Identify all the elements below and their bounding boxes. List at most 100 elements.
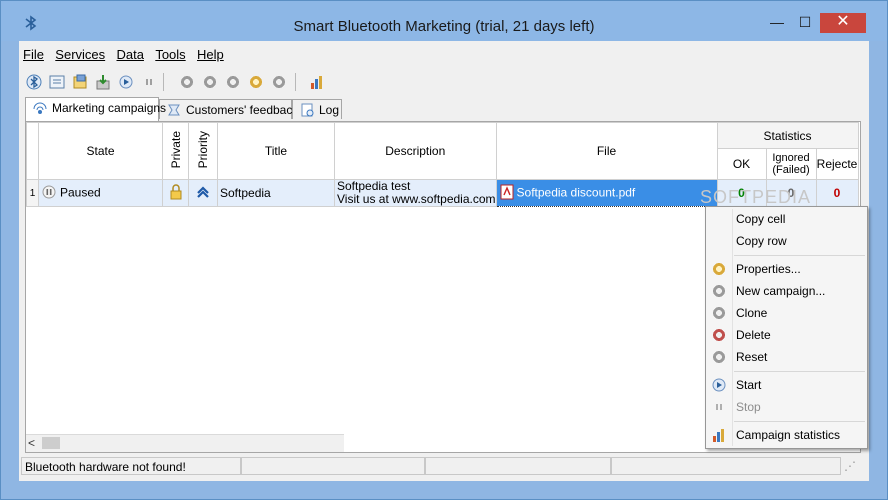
- menu-item-label: Properties...: [736, 262, 801, 276]
- rejected-count-cell[interactable]: 0: [815, 179, 859, 207]
- menu-item-start[interactable]: Start: [706, 375, 867, 395]
- properties-icon[interactable]: [48, 73, 66, 91]
- reset-gear-icon: [711, 349, 727, 365]
- clone-gear-icon: [711, 305, 727, 321]
- statistics-icon[interactable]: [308, 73, 326, 91]
- new-campaign-gear-icon: [711, 283, 727, 299]
- col-header-title[interactable]: Title: [217, 122, 335, 180]
- stop-icon: [711, 399, 727, 415]
- properties-gear-icon: [711, 261, 727, 277]
- col-header-ok[interactable]: OK: [716, 148, 767, 180]
- menu-help-label: Help: [197, 47, 224, 62]
- campaign-signal-icon: [32, 101, 48, 115]
- menu-item-properties[interactable]: Properties...: [706, 259, 867, 279]
- menu-separator: [734, 421, 865, 422]
- status-panel-4: [611, 457, 841, 475]
- status-panel-3: [425, 457, 611, 475]
- delete-gear-icon: [711, 327, 727, 343]
- menu-file-label: File: [23, 47, 44, 62]
- resize-grip-icon[interactable]: ⋰: [841, 457, 863, 475]
- col-header-private-label: Private: [168, 130, 183, 169]
- window-title: Smart Bluetooth Marketing (trial, 21 day…: [293, 18, 595, 35]
- toolbar-separator: [163, 73, 164, 91]
- toolbar: [21, 71, 861, 95]
- col-header-file[interactable]: File: [495, 122, 718, 180]
- menu-separator: [734, 255, 865, 256]
- tab-label: Log: [319, 103, 340, 117]
- menu-separator: [734, 371, 865, 372]
- menu-data[interactable]: Data: [113, 47, 148, 62]
- menu-item-copy-cell[interactable]: Copy cell: [706, 209, 867, 229]
- state-cell[interactable]: Paused: [38, 179, 163, 207]
- menu-tools[interactable]: Tools: [151, 47, 189, 62]
- scroll-thumb[interactable]: [42, 437, 60, 449]
- menu-item-label: Reset: [736, 350, 768, 364]
- col-header-ignored-line2: (Failed): [772, 164, 810, 176]
- file-cell[interactable]: Softpedia discount.pdf: [495, 179, 718, 207]
- private-cell[interactable]: [162, 179, 189, 207]
- menu-item-label: Copy row: [736, 234, 787, 248]
- col-header-state[interactable]: State: [38, 122, 163, 180]
- menu-item-copy-row[interactable]: Copy row: [706, 231, 867, 251]
- menu-item-new-campaign[interactable]: New campaign...: [706, 281, 867, 301]
- priority-cell[interactable]: [188, 179, 218, 207]
- stop-icon[interactable]: [140, 73, 158, 91]
- menu-item-label: Copy cell: [736, 212, 786, 226]
- gear-icon[interactable]: [178, 73, 196, 91]
- menu-item-label: Delete: [736, 328, 771, 342]
- bluetooth-search-icon[interactable]: [25, 73, 43, 91]
- statistics-icon: [711, 427, 727, 443]
- row-header-corner: [26, 122, 39, 180]
- col-header-rejected[interactable]: Rejecte: [815, 148, 859, 180]
- tab-label: Marketing campaigns: [52, 101, 167, 115]
- gear-edit-icon[interactable]: [247, 73, 265, 91]
- description-line: Visit us at www.softpedia.com: [337, 192, 496, 206]
- menu-item-label: Clone: [736, 306, 768, 320]
- gear-add-icon[interactable]: [201, 73, 219, 91]
- gear-delete-icon[interactable]: [224, 73, 242, 91]
- menu-services[interactable]: Services: [51, 47, 109, 62]
- title-cell[interactable]: Softpedia: [217, 179, 335, 207]
- menu-item-label: Campaign statistics: [736, 428, 841, 442]
- horizontal-scrollbar[interactable]: <: [26, 434, 344, 452]
- tab-log[interactable]: Log: [292, 99, 342, 119]
- import-icon[interactable]: [94, 73, 112, 91]
- col-header-private[interactable]: Private: [162, 122, 189, 180]
- paused-icon: [42, 185, 56, 202]
- menu-bar: File Services Data Tools Help: [19, 47, 228, 65]
- scroll-left-arrow[interactable]: <: [28, 436, 35, 450]
- menu-item-label: Stop: [736, 400, 761, 414]
- description-cell[interactable]: Softpedia test Visit us at www.softpedia…: [334, 179, 497, 207]
- gear-reset-icon[interactable]: [270, 73, 288, 91]
- toolbar-separator: [295, 73, 296, 91]
- menu-tools-label: Tools: [155, 47, 186, 62]
- status-message: Bluetooth hardware not found!: [21, 457, 241, 475]
- row-number: 1: [26, 179, 39, 207]
- col-header-priority[interactable]: Priority: [188, 122, 218, 180]
- title-bar[interactable]: Smart Bluetooth Marketing (trial, 21 day…: [1, 1, 887, 41]
- export-icon[interactable]: [71, 73, 89, 91]
- pdf-icon: [500, 184, 514, 203]
- menu-item-label: Start: [736, 378, 762, 392]
- menu-item-delete[interactable]: Delete: [706, 325, 867, 345]
- menu-file[interactable]: File: [19, 47, 48, 62]
- menu-item-reset[interactable]: Reset: [706, 347, 867, 367]
- menu-help[interactable]: Help: [193, 47, 228, 62]
- close-button[interactable]: ✕: [820, 13, 866, 33]
- status-bar: Bluetooth hardware not found! ⋰: [21, 457, 867, 477]
- menu-item-stop[interactable]: Stop: [706, 397, 867, 417]
- tab-marketing-campaigns[interactable]: Marketing campaigns: [25, 97, 166, 121]
- col-header-ignored-line1: Ignored: [772, 152, 810, 164]
- minimize-button[interactable]: —: [762, 13, 792, 33]
- menu-item-campaign-statistics[interactable]: Campaign statistics: [706, 425, 867, 445]
- start-icon[interactable]: [117, 73, 135, 91]
- start-icon: [711, 377, 727, 393]
- log-icon: [299, 103, 315, 117]
- context-menu: Copy cell Copy row Properties... New cam…: [705, 206, 868, 449]
- status-panel-2: [241, 457, 425, 475]
- col-header-description[interactable]: Description: [334, 122, 497, 180]
- col-header-ignored[interactable]: Ignored (Failed): [765, 148, 817, 180]
- tab-customers-feedback[interactable]: Customers' feedback: [159, 99, 298, 119]
- menu-item-clone[interactable]: Clone: [706, 303, 867, 323]
- maximize-button[interactable]: ☐: [790, 13, 820, 33]
